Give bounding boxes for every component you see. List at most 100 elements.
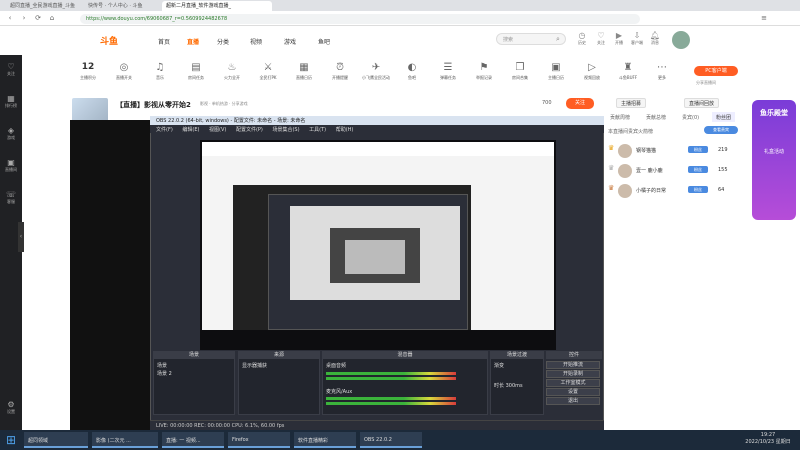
sidebar-item-rank[interactable]: ▦ 排行榜 bbox=[0, 94, 22, 109]
browser-tab[interactable]: 超同直播_全民游戏直播_斗鱼 bbox=[6, 1, 80, 11]
search-icon[interactable]: ⌕ bbox=[556, 35, 560, 44]
level-badge[interactable]: 12 主播积分 bbox=[74, 62, 102, 81]
tab-total[interactable]: 贡献总榜 bbox=[642, 112, 670, 122]
nav-category[interactable]: 分类 bbox=[217, 37, 229, 46]
rank-row[interactable]: ♛ 小橘子的日常 粉丝 64 bbox=[606, 182, 742, 200]
video-icon[interactable]: ▶ 开播 bbox=[611, 31, 627, 46]
calendar-icon: ▦ bbox=[299, 62, 309, 73]
taskbar-item[interactable]: 超同领域 bbox=[24, 432, 88, 448]
rank-score: 219 bbox=[718, 147, 728, 153]
sidebar-item-room[interactable]: ▣ 直播间 bbox=[0, 158, 22, 173]
nav-fishbar[interactable]: 鱼吧 bbox=[318, 37, 330, 46]
nav-game[interactable]: 游戏 bbox=[284, 37, 296, 46]
sidebar-item-settings[interactable]: ⚙ 设置 bbox=[0, 400, 22, 415]
category-item[interactable]: ◎ 直播开关 bbox=[110, 62, 138, 81]
recruit-button[interactable]: 主播招募 bbox=[616, 98, 647, 108]
category-item[interactable]: ✈ 小飞鹰全民活动 bbox=[362, 62, 390, 81]
site-logo[interactable]: 斗鱼 bbox=[100, 34, 118, 47]
url-input[interactable]: https://www.douyu.com/69060687_r=0.56099… bbox=[80, 14, 640, 24]
menu-icon[interactable]: ≡ bbox=[760, 14, 768, 22]
obs-menu-help[interactable]: 帮助(H) bbox=[336, 127, 354, 133]
rank-row[interactable]: ♛ 壹一 鹿小鹿 粉丝 155 bbox=[606, 162, 742, 180]
category-item[interactable]: ⚔ 全民打PK bbox=[254, 62, 282, 81]
buff-icon: ♜ bbox=[623, 62, 633, 73]
taskbar-item[interactable]: 直播: 一 视频... bbox=[162, 432, 224, 448]
nav-video[interactable]: 视频 bbox=[250, 37, 262, 46]
category-item[interactable]: ☰ 弹幕任务 bbox=[434, 62, 462, 81]
browser-tab-active[interactable]: 超新二月直播_软件游戏直播_ bbox=[162, 1, 272, 11]
obs-menu-view[interactable]: 视图(V) bbox=[209, 127, 226, 133]
download-icon[interactable]: ⇩ 客户端 bbox=[629, 31, 645, 46]
category-item[interactable]: ▣ 主播日历 bbox=[542, 62, 570, 81]
start-streaming-button[interactable]: 开始推流 bbox=[546, 361, 600, 369]
sidebar-item-game[interactable]: ◈ 游戏 bbox=[0, 126, 22, 141]
category-item[interactable]: ◐ 鱼吧 bbox=[398, 62, 426, 81]
avatar[interactable] bbox=[672, 31, 690, 49]
share-link[interactable]: 分享直播间 bbox=[696, 80, 716, 86]
category-item[interactable]: ▷ 视频回放 bbox=[578, 62, 606, 81]
home-icon[interactable]: ⌂ bbox=[48, 14, 56, 22]
follow-button[interactable]: 关注 bbox=[566, 98, 594, 109]
browser-tab[interactable]: 快传号 · 个人中心 · 斗鱼 bbox=[84, 1, 158, 11]
reload-icon[interactable]: ⟳ bbox=[34, 14, 42, 22]
obs-menu-profile[interactable]: 配置文件(P) bbox=[236, 127, 263, 133]
nav-live[interactable]: 直播 bbox=[187, 37, 199, 46]
dock-sources bbox=[238, 351, 320, 415]
tab-weekly[interactable]: 贡献周榜 bbox=[606, 112, 634, 122]
scene-item[interactable]: 场景 2 bbox=[157, 370, 172, 377]
transition-select[interactable]: 渐变 bbox=[494, 362, 504, 369]
category-item-more[interactable]: ⋯ 更多 bbox=[648, 62, 676, 81]
scene-item[interactable]: 场景 bbox=[157, 362, 167, 369]
category-item[interactable]: ▤ 房间任务 bbox=[182, 62, 210, 81]
heart-icon[interactable]: ♡ 关注 bbox=[593, 31, 609, 46]
forward-icon[interactable]: › bbox=[20, 14, 28, 22]
settings-button[interactable]: 设置 bbox=[546, 388, 600, 396]
tab-vip[interactable]: 贵宾(0) bbox=[678, 112, 703, 122]
fan-badge: 粉丝 bbox=[688, 186, 708, 193]
studio-mode-button[interactable]: 工作室模式 bbox=[546, 379, 600, 387]
source-item[interactable]: 显示器捕获 bbox=[242, 362, 267, 369]
view-vip-button[interactable]: 查看贵宾 bbox=[704, 126, 738, 134]
category-item[interactable]: ⚑ 举报记录 bbox=[470, 62, 498, 81]
nav-home[interactable]: 首页 bbox=[158, 37, 170, 46]
crown-icon: ♛ bbox=[608, 164, 615, 172]
obs-menu-scene[interactable]: 场景集合(S) bbox=[272, 127, 299, 133]
obs-menu-file[interactable]: 文件(F) bbox=[156, 127, 173, 133]
start-recording-button[interactable]: 开始录制 bbox=[546, 370, 600, 378]
category-item[interactable]: ❒ 房间合集 bbox=[506, 62, 534, 81]
pc-client-button[interactable]: PC客户端 bbox=[694, 66, 738, 76]
category-item[interactable]: ⏰︎ 开播提醒 bbox=[326, 62, 354, 81]
taskbar-item[interactable]: 影像 (二次元 ... bbox=[92, 432, 158, 448]
rank-row[interactable]: ♛ 钢琴猫猫 粉丝 219 bbox=[606, 142, 742, 160]
exit-button[interactable]: 退出 bbox=[546, 397, 600, 405]
sidebar-collapse-handle[interactable]: ‹ bbox=[18, 222, 24, 252]
obs-menu-tools[interactable]: 工具(T) bbox=[309, 127, 326, 133]
follow-count: 700 bbox=[542, 100, 552, 106]
category-item[interactable]: ▦ 直播日历 bbox=[290, 62, 318, 81]
tab-fans[interactable]: 粉丝团 bbox=[712, 112, 736, 122]
windows-start-icon[interactable]: ⊞ bbox=[4, 433, 18, 447]
taskbar-clock[interactable]: 19:27 2022/10/23 星期日 bbox=[740, 432, 796, 445]
replay-icon: ▷ bbox=[588, 62, 596, 73]
audio-meter bbox=[326, 397, 456, 400]
transition-duration[interactable]: 时长 300ms bbox=[494, 382, 523, 389]
fire-icon: ♨ bbox=[227, 62, 237, 73]
promo-banner[interactable]: 鱼乐殿堂 礼盒活动 bbox=[752, 100, 796, 220]
dock-sources-title: 来源 bbox=[238, 351, 320, 359]
stream-meta: 影视 · 单机热游 · 分享游戏 bbox=[200, 101, 248, 106]
back-icon[interactable]: ‹ bbox=[6, 14, 14, 22]
clock-icon[interactable]: ◷ 历史 bbox=[574, 31, 590, 46]
rank-score: 155 bbox=[718, 167, 728, 173]
sidebar-item-follow[interactable]: ♡ 关注 bbox=[0, 62, 22, 77]
bell-icon[interactable]: 🔔︎ 消息 bbox=[647, 31, 663, 46]
replay-button[interactable]: 直播间回放 bbox=[684, 98, 720, 108]
category-item[interactable]: ♨ 火力全开 bbox=[218, 62, 246, 81]
sidebar-item-service[interactable]: ☏ 客服 bbox=[0, 190, 22, 205]
category-item[interactable]: ♫ 音乐 bbox=[146, 62, 174, 81]
taskbar-item[interactable]: Firefox bbox=[228, 432, 290, 448]
taskbar-item[interactable]: OBS 22.0.2 bbox=[360, 432, 422, 448]
category-item[interactable]: ♜ 斗鱼BUFF bbox=[614, 62, 642, 81]
taskbar-item[interactable]: 软件直播精彩 bbox=[294, 432, 356, 448]
obs-menu-edit[interactable]: 编辑(E) bbox=[182, 127, 199, 133]
danmu-icon: ☰ bbox=[443, 62, 453, 73]
